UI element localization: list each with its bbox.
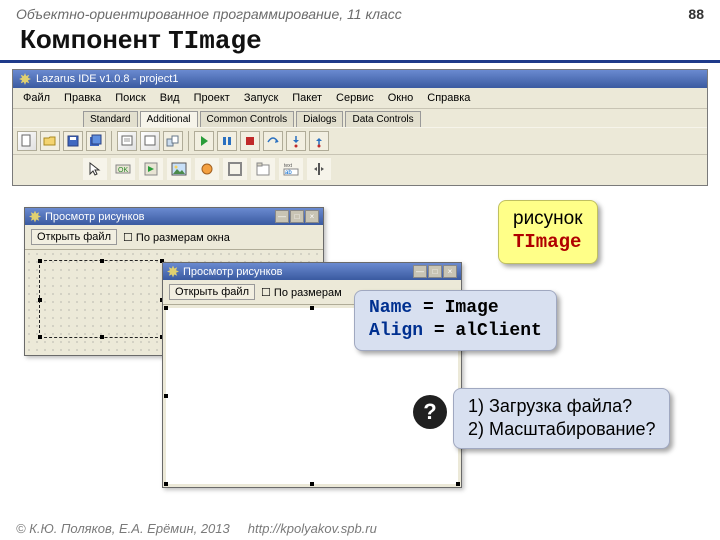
callout-line1: рисунок [513, 207, 583, 231]
menu-package[interactable]: Пакет [286, 90, 328, 106]
callout-props: Name = Image Align = alClient [354, 290, 557, 351]
svg-text:OK: OK [118, 167, 128, 174]
component-tabs: Standard Additional Common Controls Dial… [13, 109, 707, 127]
title-component: TImage [168, 26, 262, 56]
step-over-button[interactable] [263, 131, 283, 151]
open-button[interactable] [40, 131, 60, 151]
close-button[interactable]: × [443, 265, 457, 278]
gear-icon [29, 211, 41, 223]
prop-align-val: alClient [455, 321, 541, 341]
callout-timage: рисунок TImage [498, 200, 598, 264]
menu-search[interactable]: Поиск [109, 90, 151, 106]
speedbutton-icon[interactable] [139, 158, 163, 180]
form1-title: Просмотр рисунков [45, 211, 145, 223]
question-2: 2) Масштабирование? [468, 418, 655, 441]
form1-toolbar: Открыть файл ☐ По размерам окна [25, 225, 323, 250]
pause-button[interactable] [217, 131, 237, 151]
checkbox-fit[interactable]: ☐ По размерам окна [123, 231, 230, 244]
menu-file[interactable]: Файл [17, 90, 56, 106]
step-out-button[interactable] [309, 131, 329, 151]
splitter-icon[interactable] [307, 158, 331, 180]
menu-run[interactable]: Запуск [238, 90, 284, 106]
prop-name-key: Name [369, 298, 412, 318]
prop-name-row: Name = Image [369, 297, 542, 320]
new-form-button[interactable] [117, 131, 137, 151]
ide-title: Lazarus IDE v1.0.8 - project1 [36, 73, 178, 85]
callout-line2: TImage [513, 231, 583, 255]
new-unit-button[interactable] [17, 131, 37, 151]
tab-additional[interactable]: Additional [140, 111, 198, 127]
minimize-button[interactable]: — [413, 265, 427, 278]
tab-data-controls[interactable]: Data Controls [345, 111, 420, 127]
shape-icon[interactable] [195, 158, 219, 180]
course-label: Объектно-ориентированное программировани… [16, 6, 402, 22]
checkbox-fit-label: По размерам окна [136, 232, 230, 244]
page-title: Компонент TImage [0, 24, 720, 60]
form-list-button[interactable] [140, 131, 160, 151]
open-file-button[interactable]: Открыть файл [169, 284, 255, 300]
open-file-button[interactable]: Открыть файл [31, 229, 117, 245]
ide-menubar: Файл Правка Поиск Вид Проект Запуск Паке… [13, 88, 707, 109]
callout-questions: 1) Загрузка файла? 2) Масштабирование? [453, 388, 670, 449]
toggle-form-unit-button[interactable] [163, 131, 183, 151]
slide-footer: © К.Ю. Поляков, Е.А. Ерёмин, 2013 http:/… [0, 521, 720, 536]
maximize-button[interactable]: □ [428, 265, 442, 278]
ide-window: Lazarus IDE v1.0.8 - project1 Файл Правк… [12, 69, 708, 186]
menu-help[interactable]: Справка [421, 90, 476, 106]
save-button[interactable] [63, 131, 83, 151]
title-prefix: Компонент [20, 24, 168, 54]
tab-standard[interactable]: Standard [83, 111, 138, 127]
question-badge: ? [413, 395, 447, 429]
ide-toolbar [13, 127, 707, 154]
menu-window[interactable]: Окно [382, 90, 420, 106]
image-icon[interactable] [167, 158, 191, 180]
pointer-icon[interactable] [83, 158, 107, 180]
checkbox-fit[interactable]: ☐ По размерам [261, 286, 342, 299]
tab-common-controls[interactable]: Common Controls [200, 111, 295, 127]
menu-view[interactable]: Вид [154, 90, 186, 106]
menu-tools[interactable]: Сервис [330, 90, 380, 106]
page-number: 88 [688, 6, 704, 22]
prop-align-key: Align [369, 321, 423, 341]
equals: = [423, 321, 455, 341]
toolbar-separator-2 [188, 131, 189, 151]
menu-edit[interactable]: Правка [58, 90, 107, 106]
menu-project[interactable]: Проект [188, 90, 236, 106]
gear-icon [19, 73, 31, 85]
minimize-button[interactable]: — [275, 210, 289, 223]
svg-text:text: text [284, 163, 293, 169]
question-1: 1) Загрузка файла? [468, 395, 655, 418]
labelededit-icon[interactable]: textab [279, 158, 303, 180]
checkbox-fit-label: По размерам [274, 287, 342, 299]
prop-align-row: Align = alClient [369, 320, 542, 343]
save-all-button[interactable] [86, 131, 106, 151]
run-button[interactable] [194, 131, 214, 151]
gear-icon [167, 266, 179, 278]
component-palette: OK textab [13, 154, 707, 185]
form1-titlebar[interactable]: Просмотр рисунков — □ × [25, 208, 323, 225]
image-design-rect[interactable] [39, 260, 163, 338]
form2-title: Просмотр рисунков [183, 266, 283, 278]
bevel-icon[interactable] [223, 158, 247, 180]
tab-dialogs[interactable]: Dialogs [296, 111, 343, 127]
footer-link[interactable]: http://kpolyakov.spb.ru [248, 521, 377, 536]
toolbar-separator [111, 131, 112, 151]
ide-titlebar: Lazarus IDE v1.0.8 - project1 [13, 70, 707, 88]
bitbtn-icon[interactable]: OK [111, 158, 135, 180]
form2-titlebar[interactable]: Просмотр рисунков — □ × [163, 263, 461, 280]
prop-name-val: Image [445, 298, 499, 318]
equals: = [412, 298, 444, 318]
copyright: © К.Ю. Поляков, Е.А. Ерёмин, 2013 [16, 521, 230, 536]
title-rule [0, 60, 720, 63]
svg-text:ab: ab [285, 170, 292, 176]
notebook-icon[interactable] [251, 158, 275, 180]
stop-button[interactable] [240, 131, 260, 151]
maximize-button[interactable]: □ [290, 210, 304, 223]
close-button[interactable]: × [305, 210, 319, 223]
step-into-button[interactable] [286, 131, 306, 151]
